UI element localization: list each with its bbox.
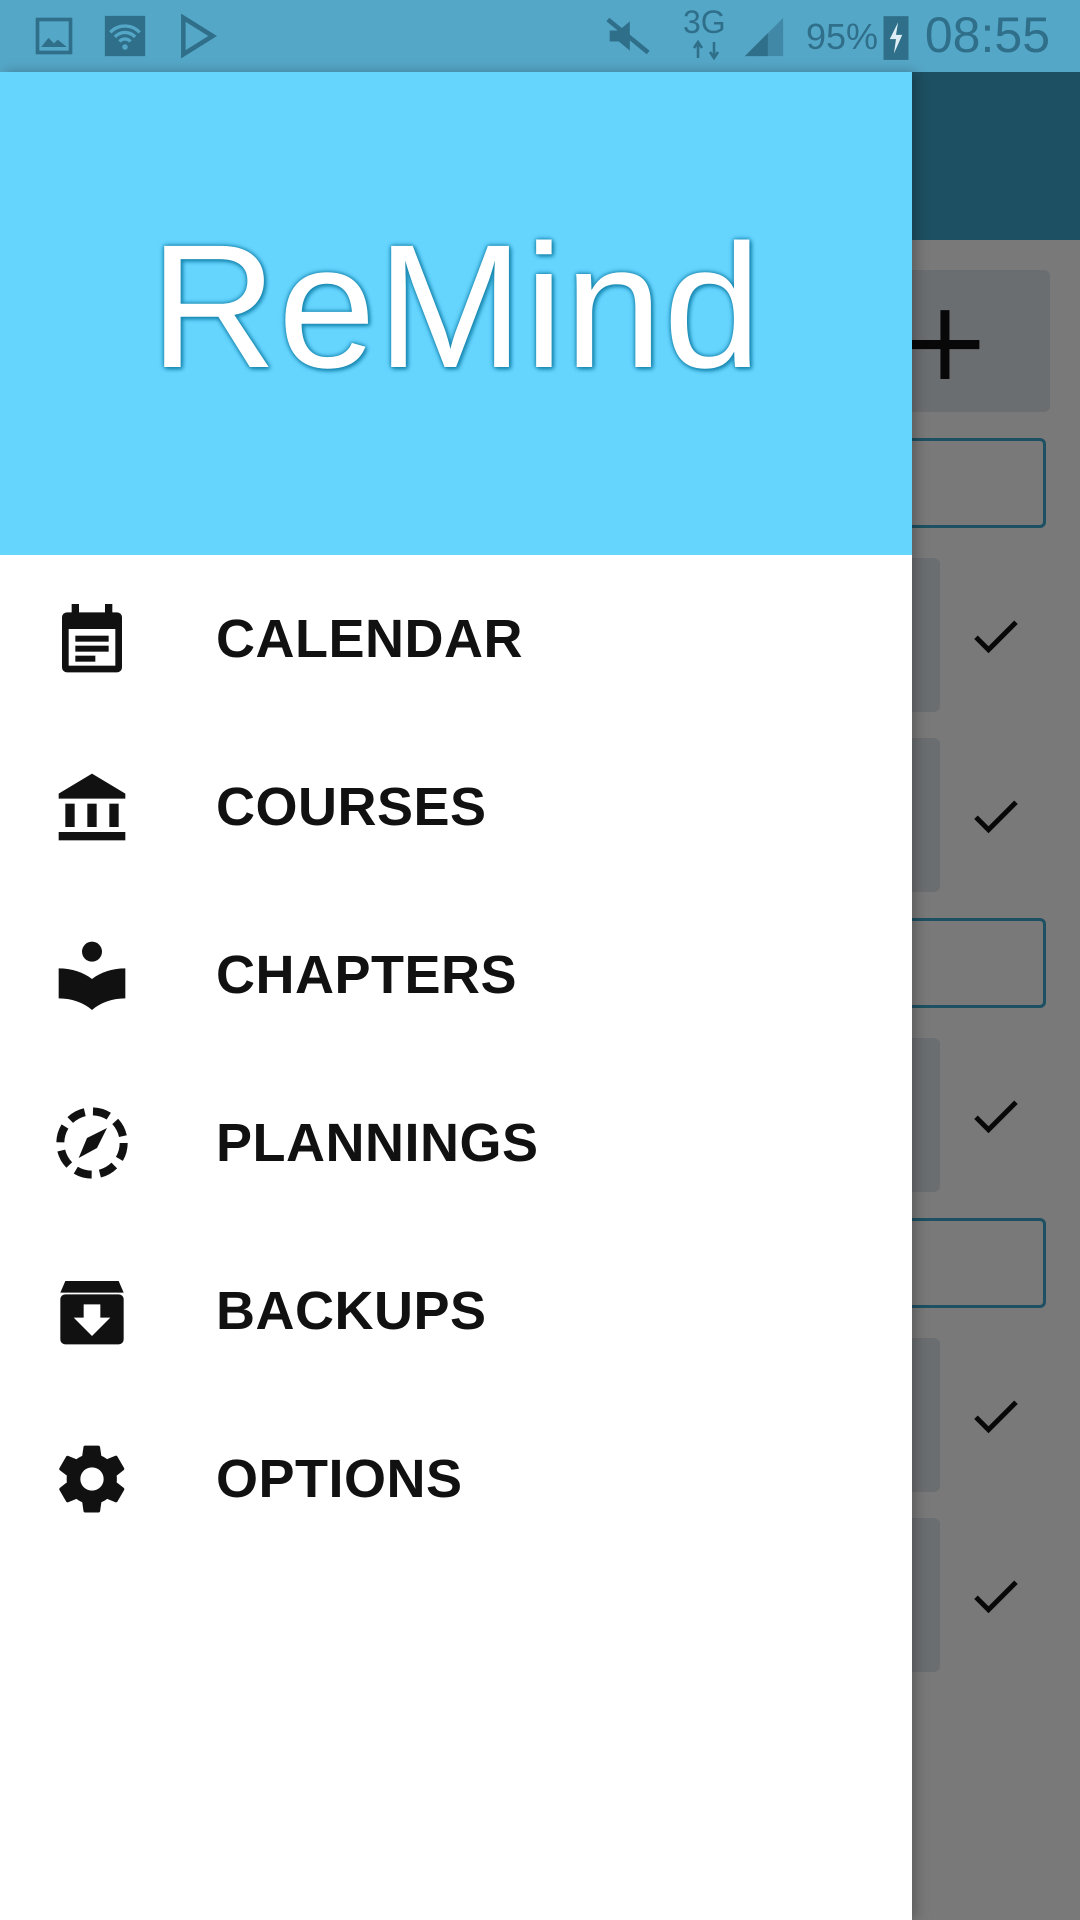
courses-icon <box>52 767 132 847</box>
menu-item-label: CHAPTERS <box>216 945 518 1005</box>
menu-item-label: PLANNINGS <box>216 1113 539 1173</box>
calendar-icon <box>52 599 132 679</box>
menu-item-courses[interactable]: COURSES <box>0 723 912 891</box>
menu-item-label: COURSES <box>216 777 487 837</box>
drawer-header: ReMind <box>0 72 912 555</box>
battery-percent: 95% <box>806 16 879 57</box>
menu-item-label: BACKUPS <box>216 1281 487 1341</box>
clock: 08:55 <box>924 7 1050 63</box>
gear-icon <box>52 1439 132 1519</box>
data-arrows-icon <box>692 40 720 60</box>
network-type: 3G <box>683 4 726 40</box>
menu-item-calendar[interactable]: CALENDAR <box>0 555 912 723</box>
menu-item-backups[interactable]: BACKUPS <box>0 1227 912 1395</box>
menu-item-chapters[interactable]: CHAPTERS <box>0 891 912 1059</box>
navigation-drawer: ReMind CALENDAR COURSES CHAPTERS PLANNIN… <box>0 72 912 1920</box>
play-store-icon <box>181 14 217 58</box>
battery-charging-icon <box>883 16 909 60</box>
menu-item-options[interactable]: OPTIONS <box>0 1395 912 1563</box>
image-icon <box>35 17 73 55</box>
signal-icon <box>744 17 784 57</box>
menu-item-label: CALENDAR <box>216 609 523 669</box>
menu-item-label: OPTIONS <box>216 1449 463 1509</box>
menu-item-plannings[interactable]: PLANNINGS <box>0 1059 912 1227</box>
status-bar: 3G 95% 08:55 <box>0 0 1080 72</box>
backups-icon <box>52 1271 132 1351</box>
wifi-icon <box>104 15 146 57</box>
mute-icon <box>606 17 650 55</box>
chapters-icon <box>52 935 132 1015</box>
app-logo-text: ReMind <box>149 208 763 405</box>
plannings-icon <box>52 1103 132 1183</box>
